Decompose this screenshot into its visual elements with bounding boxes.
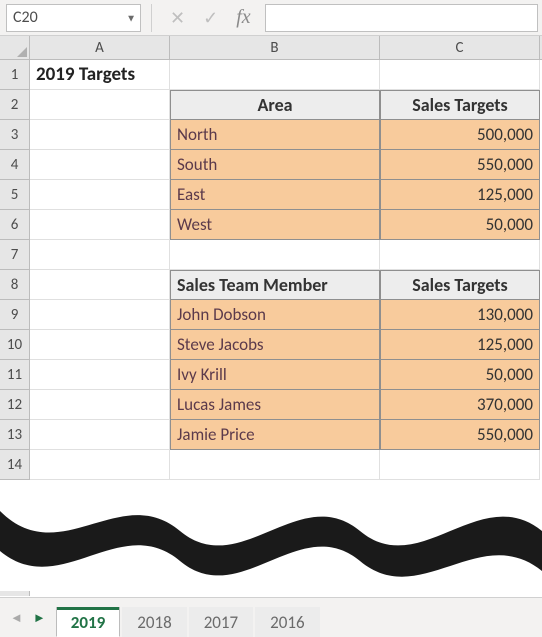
area-target[interactable]: 500,000 [380, 120, 540, 150]
tab-nav-prev-icon[interactable]: ◄ [10, 610, 23, 626]
row-header[interactable]: 4 [0, 150, 29, 180]
team-member[interactable]: John Dobson [170, 300, 380, 330]
row-header[interactable]: 8 [0, 270, 29, 300]
team-table-header[interactable]: Sales Team Member [170, 270, 380, 300]
row-header[interactable]: 9 [0, 300, 29, 330]
team-member[interactable]: Jamie Price [170, 420, 380, 450]
cells-area[interactable]: 2019 Targets Area Sales Targets North 50… [30, 60, 542, 596]
cell[interactable] [30, 300, 170, 330]
row-header[interactable]: 14 [0, 450, 29, 480]
chevron-down-icon[interactable]: ▼ [126, 11, 136, 24]
select-all-corner[interactable] [0, 36, 30, 60]
column-header-A[interactable]: A [30, 36, 170, 60]
cell[interactable] [30, 270, 170, 300]
cell[interactable] [30, 120, 170, 150]
sheet-tab-2017[interactable]: 2017 [189, 607, 253, 637]
area-target[interactable]: 550,000 [380, 150, 540, 180]
cell[interactable] [30, 450, 170, 480]
cell[interactable] [170, 240, 380, 270]
row-header[interactable]: 13 [0, 420, 29, 450]
cell[interactable] [30, 210, 170, 240]
row-header[interactable]: 6 [0, 210, 29, 240]
sheet-tabs: 2019 2018 2017 2016 [56, 598, 322, 637]
team-member[interactable]: Ivy Krill [170, 360, 380, 390]
area-table-header[interactable]: Sales Targets [380, 90, 540, 120]
row-header[interactable]: 10 [0, 330, 29, 360]
team-target[interactable]: 370,000 [380, 390, 540, 420]
name-box[interactable]: C20 ▼ [6, 4, 141, 32]
spreadsheet-grid: A B C 1 2 3 4 5 6 7 8 9 10 11 12 13 14 2… [0, 36, 542, 596]
row-header[interactable]: 12 [0, 390, 29, 420]
sheet-tab-bar: ◄ ► 2019 2018 2017 2016 [0, 597, 542, 637]
sheet-tab-2016[interactable]: 2016 [255, 607, 319, 637]
row-header[interactable]: 21 [0, 591, 30, 596]
team-target[interactable]: 550,000 [380, 420, 540, 450]
team-table-header[interactable]: Sales Targets [380, 270, 540, 300]
team-member[interactable]: Lucas James [170, 390, 380, 420]
area-name[interactable]: South [170, 150, 380, 180]
formula-bar: C20 ▼ ✕ ✓ fx [0, 0, 542, 36]
cells-row-21[interactable] [30, 591, 542, 596]
cell-title[interactable]: 2019 Targets [30, 60, 170, 90]
team-target[interactable]: 50,000 [380, 360, 540, 390]
sheet-tab-2019[interactable]: 2019 [56, 607, 120, 637]
tab-nav-arrows: ◄ ► [0, 610, 56, 626]
cell[interactable] [170, 60, 380, 90]
team-member[interactable]: Steve Jacobs [170, 330, 380, 360]
row-headers: 1 2 3 4 5 6 7 8 9 10 11 12 13 14 [0, 60, 30, 480]
cell[interactable] [30, 330, 170, 360]
cell[interactable] [30, 420, 170, 450]
row-header[interactable]: 11 [0, 360, 29, 390]
team-target[interactable]: 125,000 [380, 330, 540, 360]
cell[interactable] [30, 360, 170, 390]
row-header[interactable]: 3 [0, 120, 29, 150]
column-header-C[interactable]: C [380, 36, 540, 60]
row-header[interactable]: 1 [0, 60, 29, 90]
row-header[interactable]: 2 [0, 90, 29, 120]
row-header[interactable]: 7 [0, 240, 29, 270]
name-box-value: C20 [13, 8, 38, 27]
area-name[interactable]: East [170, 180, 380, 210]
area-name[interactable]: North [170, 120, 380, 150]
divider [151, 4, 152, 32]
area-target[interactable]: 125,000 [380, 180, 540, 210]
formula-bar-buttons: ✕ ✓ fx [156, 6, 265, 29]
fx-icon[interactable]: fx [236, 6, 250, 29]
cell[interactable] [30, 180, 170, 210]
column-headers: A B C [30, 36, 542, 60]
cell[interactable] [380, 60, 540, 90]
area-name[interactable]: West [170, 210, 380, 240]
cell[interactable] [380, 240, 540, 270]
sheet-tab-2018[interactable]: 2018 [122, 607, 186, 637]
cell[interactable] [30, 240, 170, 270]
area-table-header[interactable]: Area [170, 90, 380, 120]
cell[interactable] [30, 90, 170, 120]
tab-nav-next-icon[interactable]: ► [33, 610, 46, 626]
formula-input[interactable] [265, 4, 538, 32]
cell[interactable] [380, 450, 540, 480]
cell[interactable] [30, 390, 170, 420]
accept-icon: ✓ [203, 7, 218, 29]
row-header[interactable]: 5 [0, 180, 29, 210]
team-target[interactable]: 130,000 [380, 300, 540, 330]
cell[interactable] [30, 150, 170, 180]
cell[interactable] [170, 450, 380, 480]
cancel-icon: ✕ [170, 7, 185, 29]
column-header-B[interactable]: B [170, 36, 380, 60]
area-target[interactable]: 50,000 [380, 210, 540, 240]
